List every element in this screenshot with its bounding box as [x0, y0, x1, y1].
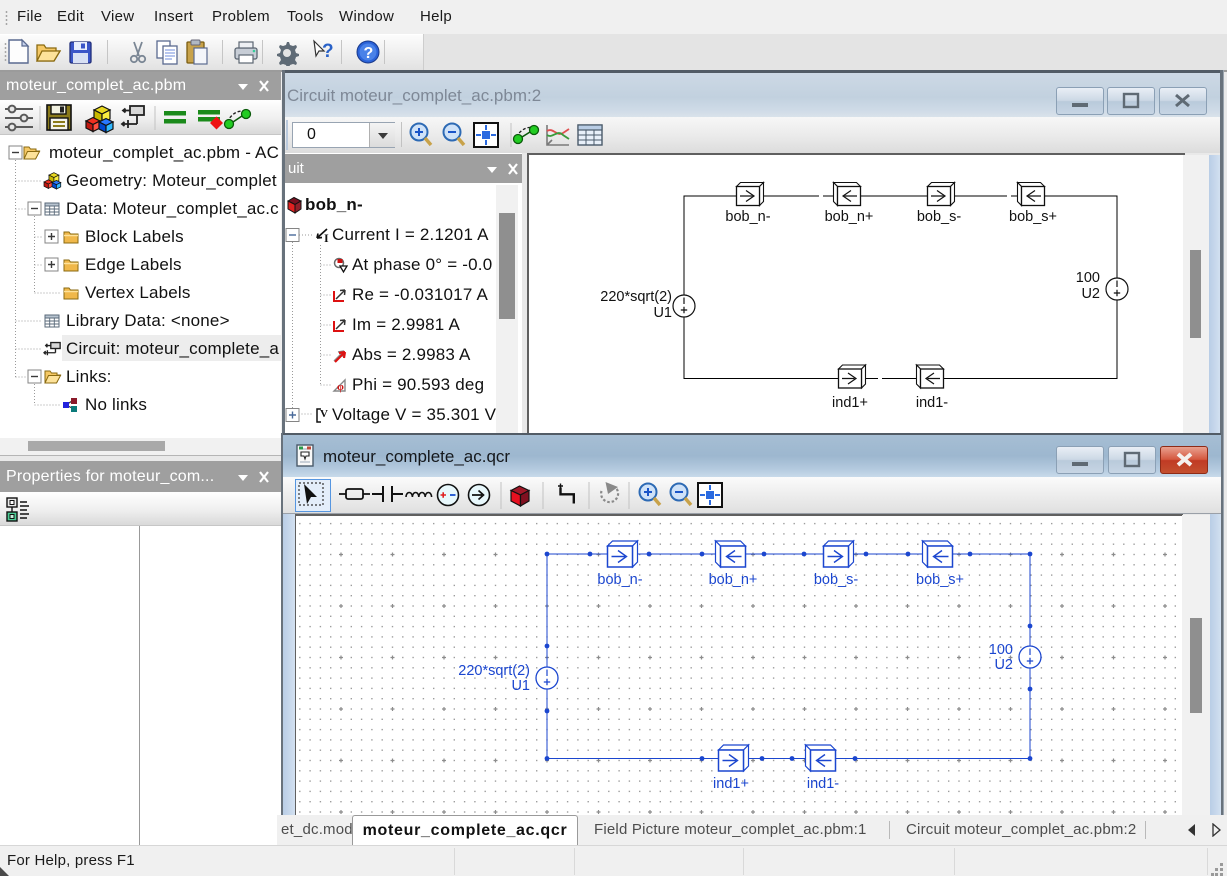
svg-text:bob_s-: bob_s-	[814, 572, 859, 588]
svg-text:U1: U1	[511, 678, 530, 694]
svg-text:ind1+: ind1+	[713, 776, 749, 792]
svg-text:bob_s+: bob_s+	[916, 572, 964, 588]
svg-text:bob_n+: bob_n+	[709, 572, 758, 588]
svg-text:ind1-: ind1-	[807, 776, 839, 792]
svg-text:U2: U2	[994, 657, 1013, 673]
svg-text:bob_n-: bob_n-	[597, 572, 642, 588]
svg-text:100: 100	[989, 642, 1013, 658]
svg-text:220*sqrt(2): 220*sqrt(2)	[458, 663, 530, 679]
